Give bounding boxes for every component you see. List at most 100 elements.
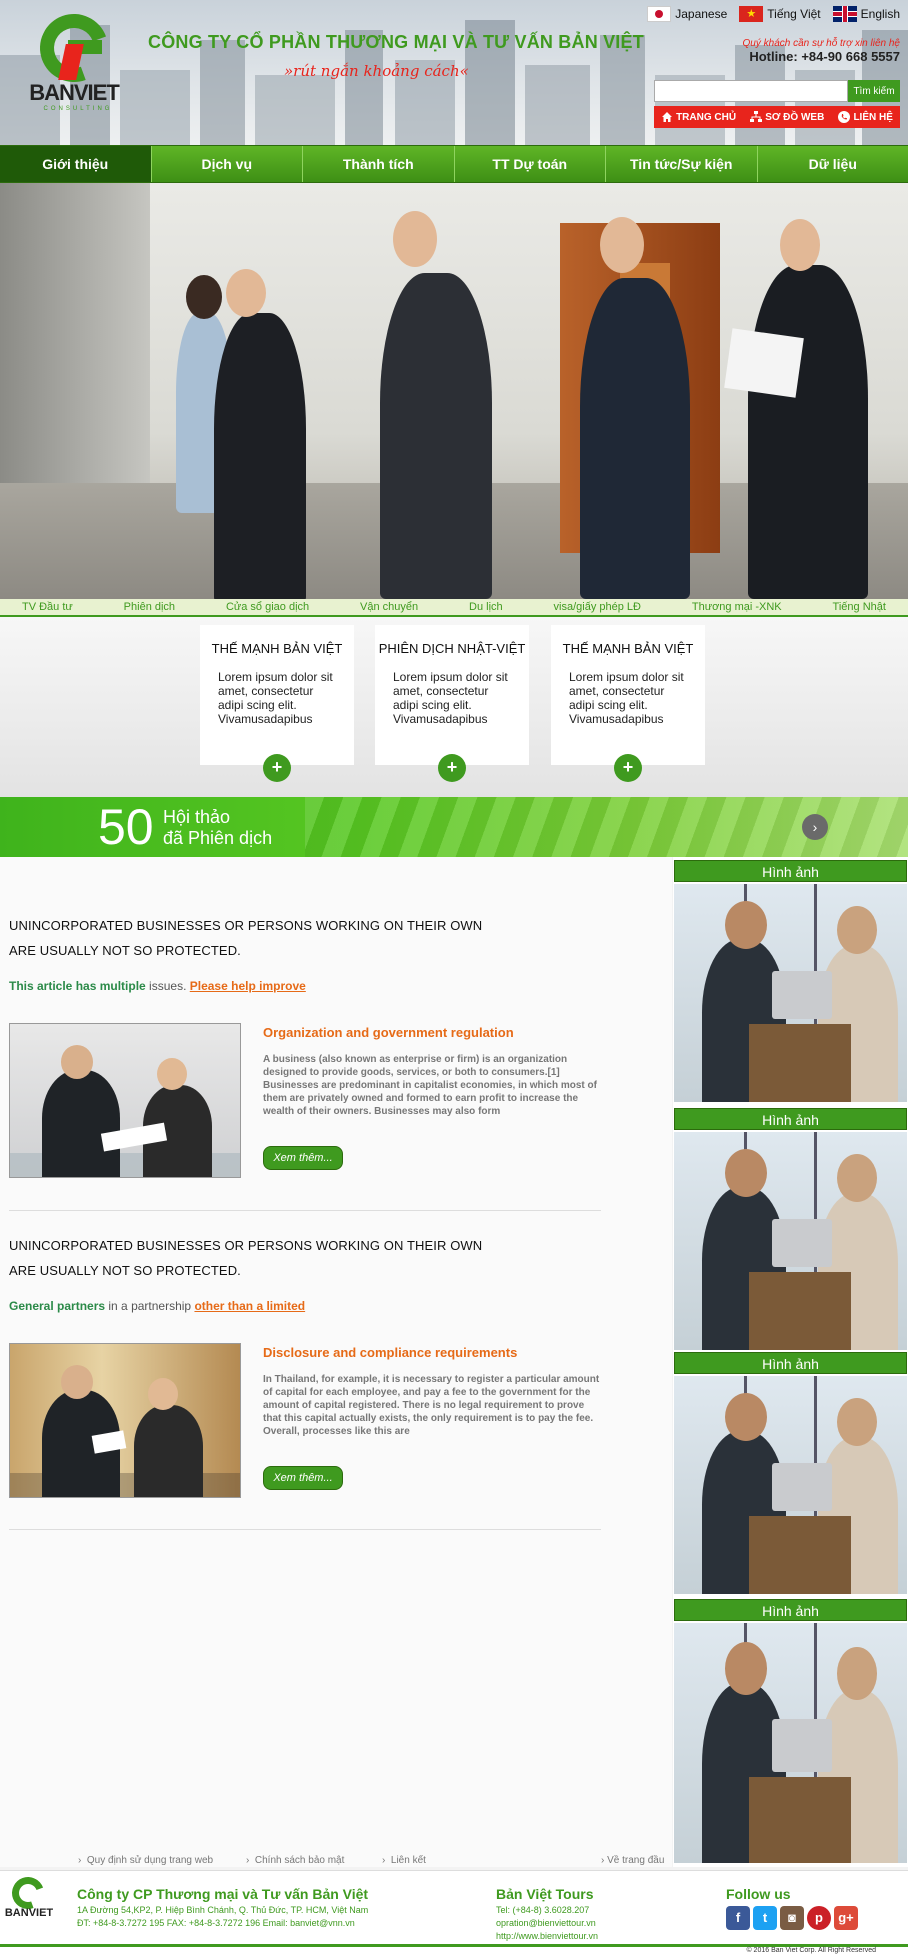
- nav-news[interactable]: Tin tức/Sự kiện: [606, 146, 758, 182]
- footer-links: › Quy định sử dụng trang web › Chính sác…: [0, 1855, 672, 1869]
- feature-title: PHIÊN DỊCH NHẬT-VIỆT: [378, 641, 526, 656]
- contact-link[interactable]: LIÊN HỆ: [838, 111, 893, 123]
- lang-english[interactable]: English: [832, 6, 900, 22]
- feature-more-button[interactable]: +: [438, 754, 466, 782]
- language-switcher: Japanese ★ Tiếng Việt English: [647, 6, 900, 22]
- divider: [9, 1529, 601, 1530]
- footer-company: Công ty CP Thương mại và Tư vấn Bản Việt: [77, 1886, 369, 1902]
- search-input[interactable]: [654, 80, 848, 102]
- divider: [9, 1210, 601, 1211]
- uk-flag-icon: [832, 6, 857, 22]
- feature-text: Lorem ipsum dolor sit amet, consectetur …: [218, 670, 333, 726]
- search-button[interactable]: Tìm kiếm: [848, 80, 900, 102]
- site-footer: BANVIET Công ty CP Thương mại và Tư vấn …: [0, 1870, 908, 1955]
- site-header: BANVIET CONSULTING CÔNG TY CỔ PHẦN THƯƠN…: [0, 0, 908, 145]
- footer-logo[interactable]: BANVIET: [4, 1871, 54, 1929]
- feature-more-button[interactable]: +: [614, 754, 642, 782]
- main-content: UNINCORPORATED BUSINESSES OR PERSONS WOR…: [0, 857, 672, 1867]
- search-box: Tìm kiếm: [654, 80, 900, 102]
- service-link[interactable]: Tiếng Nhật: [833, 601, 886, 613]
- article-heading: ARE USUALLY NOT SO PROTECTED.: [9, 1263, 241, 1278]
- footer-link[interactable]: › Chính sách bảo mật: [246, 1855, 344, 1866]
- pinterest-icon[interactable]: p: [807, 1906, 831, 1930]
- hotline: Hotline: +84-90 668 5557: [749, 49, 900, 64]
- vietnam-flag-icon: ★: [739, 6, 764, 22]
- nav-services[interactable]: Dịch vụ: [152, 146, 303, 182]
- social-icons: f t ◙ p g+: [726, 1906, 858, 1930]
- support-text: Quý khách cần sự hỗ trợ xin liên hệ: [742, 38, 900, 49]
- service-link[interactable]: Thương mại -XNK: [692, 601, 782, 613]
- footer-address: 1A Đường 54,KP2, P. Hiệp Bình Chánh, Q. …: [77, 1905, 369, 1928]
- slide-person: [380, 273, 492, 599]
- lang-label: English: [860, 7, 900, 21]
- home-link[interactable]: TRANG CHỦ: [661, 111, 736, 123]
- feature-more-button[interactable]: +: [263, 754, 291, 782]
- gallery-image[interactable]: [674, 884, 907, 1102]
- tours-web-link[interactable]: http://www.bienviettour.vn: [496, 1930, 598, 1943]
- article-image: [9, 1343, 241, 1498]
- footer-link[interactable]: › Liên kết: [382, 1855, 426, 1866]
- gallery-image[interactable]: [674, 1623, 907, 1863]
- banner-line2: đã Phiên dịch: [163, 828, 273, 848]
- article-title[interactable]: Disclosure and compliance requirements: [263, 1345, 517, 1360]
- tours-email-link[interactable]: opration@bienviettour.vn: [496, 1917, 598, 1930]
- google-plus-icon[interactable]: g+: [834, 1906, 858, 1930]
- service-link[interactable]: Cửa sổ giao dịch: [226, 601, 309, 613]
- nav-estimates[interactable]: TT Dự toán: [455, 146, 606, 182]
- features-section: THẾ MẠNH BẢN VIỆT Lorem ipsum dolor sit …: [0, 617, 908, 797]
- article-meta-link[interactable]: Please help improve: [190, 979, 306, 993]
- article-meta-link[interactable]: other than a limited: [194, 1299, 305, 1313]
- article-excerpt: In Thailand, for example, it is necessar…: [263, 1374, 600, 1437]
- article-title[interactable]: Organization and government regulation: [263, 1025, 514, 1040]
- feature-box: THẾ MẠNH BẢN VIỆT Lorem ipsum dolor sit …: [551, 625, 705, 765]
- instagram-icon[interactable]: ◙: [780, 1906, 804, 1930]
- service-links-bar: TV Đầu tư Phiên dịch Cửa sổ giao dịch Vậ…: [0, 599, 908, 617]
- slide-person: [580, 278, 690, 599]
- facebook-icon[interactable]: f: [726, 1906, 750, 1930]
- logo-text: BANVIET: [29, 80, 120, 105]
- article-meta: General partners in a partnership other …: [9, 1299, 306, 1313]
- service-link[interactable]: visa/giấy phép LĐ: [554, 601, 641, 613]
- footer-link[interactable]: › Quy định sử dụng trang web: [78, 1855, 213, 1866]
- read-more-button[interactable]: Xem thêm...: [263, 1466, 343, 1490]
- feature-box: PHIÊN DỊCH NHẬT-VIỆT Lorem ipsum dolor s…: [375, 625, 529, 765]
- sitemap-link[interactable]: SƠ ĐỒ WEB: [750, 111, 824, 123]
- home-icon: [662, 112, 673, 122]
- slide-person: [748, 265, 868, 599]
- gallery-image[interactable]: [674, 1376, 907, 1594]
- article-heading: ARE USUALLY NOT SO PROTECTED.: [9, 943, 241, 958]
- follow-us-title: Follow us: [726, 1886, 791, 1902]
- service-link[interactable]: Du lịch: [469, 601, 503, 613]
- copyright: © 2016 Ban Viet Corp. All Right Reserved: [746, 1947, 876, 1954]
- banner-line1: Hội thảo: [163, 807, 231, 827]
- footer-tours-info: Tel: (+84-8) 3.6028.207 opration@bienvie…: [496, 1905, 599, 1943]
- sidebar-title: Hình ảnh: [674, 860, 907, 882]
- stats-banner: 50 Hội thảo đã Phiên dịch ›: [0, 797, 908, 857]
- japan-flag-icon: [647, 6, 672, 22]
- service-link[interactable]: TV Đầu tư: [22, 601, 73, 613]
- banner-next-arrow-icon[interactable]: ›: [802, 814, 828, 840]
- lang-label: Japanese: [675, 7, 728, 21]
- logo-subtext: CONSULTING: [43, 106, 113, 112]
- read-more-button[interactable]: Xem thêm...: [263, 1146, 343, 1170]
- gallery-image[interactable]: [674, 1132, 907, 1350]
- lang-japanese[interactable]: Japanese: [647, 6, 727, 22]
- banner-number: 50: [98, 799, 154, 855]
- service-link[interactable]: Vận chuyển: [360, 601, 418, 613]
- article-image: [9, 1023, 241, 1178]
- nav-data[interactable]: Dữ liệu: [758, 146, 908, 182]
- phone-icon: [838, 111, 851, 123]
- service-link[interactable]: Phiên dịch: [124, 601, 175, 613]
- slide-person: [214, 313, 306, 599]
- nav-about[interactable]: Giới thiệu: [0, 146, 152, 182]
- lang-vietnamese[interactable]: ★ Tiếng Việt: [739, 6, 821, 22]
- twitter-icon[interactable]: t: [753, 1906, 777, 1930]
- feature-title: THẾ MẠNH BẢN VIỆT: [211, 641, 343, 656]
- nav-achievements[interactable]: Thành tích: [303, 146, 455, 182]
- back-to-top-link[interactable]: › Về trang đầu: [601, 1855, 664, 1866]
- company-name: CÔNG TY CỔ PHẦN THƯƠNG MẠI VÀ TƯ VẤN BẢN…: [148, 32, 644, 52]
- site-logo[interactable]: BANVIET CONSULTING: [28, 2, 120, 114]
- feature-text: Lorem ipsum dolor sit amet, consectetur …: [569, 670, 684, 726]
- hero-slider[interactable]: [0, 183, 908, 599]
- main-nav: Giới thiệu Dịch vụ Thành tích TT Dự toán…: [0, 145, 908, 183]
